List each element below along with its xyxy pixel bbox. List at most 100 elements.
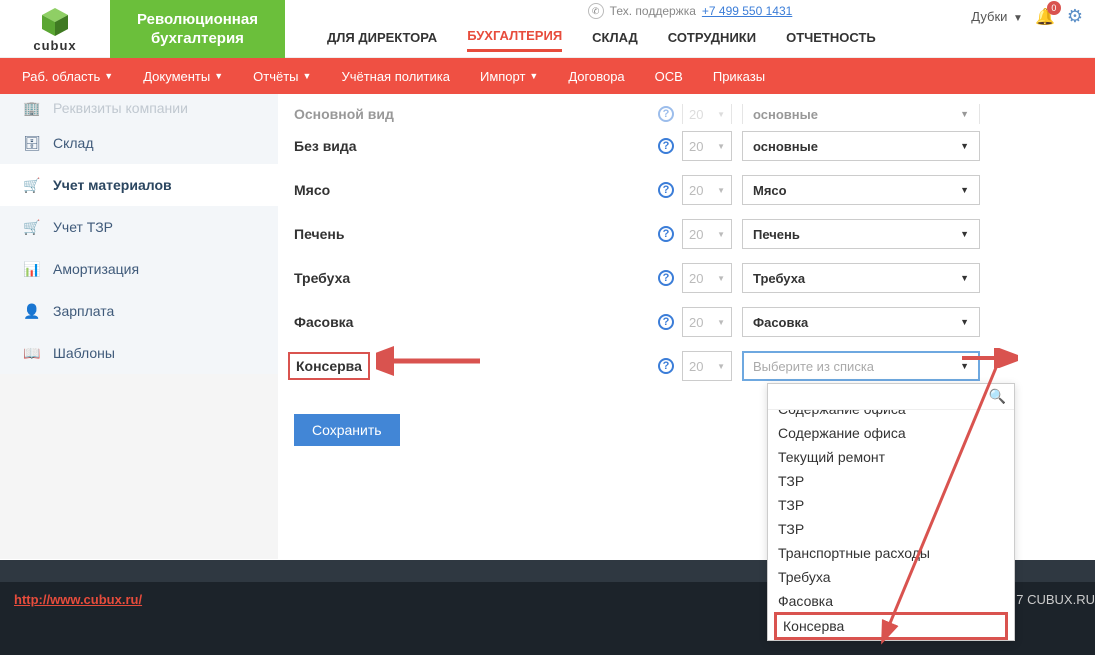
- chevron-down-icon: ▼: [1013, 13, 1023, 24]
- subnav-import[interactable]: Импорт▼: [480, 69, 538, 84]
- logo-cube-icon: [38, 6, 72, 40]
- tab-employees[interactable]: СОТРУДНИКИ: [668, 30, 756, 51]
- account-number-select[interactable]: 20▼: [682, 351, 732, 381]
- account-number-select[interactable]: 20▼: [682, 263, 732, 293]
- tab-director[interactable]: ДЛЯ ДИРЕКТОРА: [327, 30, 437, 51]
- sidebar: 🏢Реквизиты компании 🗄Склад 🛒Учет материа…: [0, 94, 278, 559]
- category-select[interactable]: Требуха▼: [742, 263, 980, 293]
- dropdown-option[interactable]: ТЗР: [768, 517, 1014, 541]
- help-icon[interactable]: ?: [658, 182, 674, 198]
- help-icon[interactable]: ?: [658, 314, 674, 330]
- footer-link[interactable]: http://www.cubux.ru/: [14, 592, 142, 607]
- account-number-select[interactable]: 20▼: [682, 307, 732, 337]
- category-select[interactable]: Выберите из списка▼: [742, 351, 980, 381]
- subnav-documents[interactable]: Документы▼: [143, 69, 223, 84]
- dropdown-option[interactable]: Текущий ремонт: [768, 445, 1014, 469]
- search-icon: 🔍: [989, 388, 1006, 405]
- chevron-down-icon: ▼: [303, 71, 312, 81]
- form-row: Требуха? 20▼ Требуха▼: [288, 256, 1055, 300]
- category-select[interactable]: Фасовка▼: [742, 307, 980, 337]
- help-icon[interactable]: ?: [658, 106, 674, 122]
- book-icon: 📖: [23, 345, 41, 362]
- row-label: Фасовка: [288, 314, 353, 330]
- subnav-reports[interactable]: Отчёты▼: [253, 69, 311, 84]
- help-icon[interactable]: ?: [658, 226, 674, 242]
- topbar: cubux Революционная бухгалтерия ✆ Тех. п…: [0, 0, 1095, 58]
- dropdown-option[interactable]: Фасовка: [768, 589, 1014, 613]
- sidebar-item-materials[interactable]: 🛒Учет материалов: [0, 164, 278, 206]
- category-select[interactable]: основные▼: [742, 104, 980, 124]
- chevron-down-icon: ▼: [214, 71, 223, 81]
- tab-reports[interactable]: ОТЧЕТНОСТЬ: [786, 30, 876, 51]
- form-row: Без вида?20▼основные▼: [288, 124, 1055, 168]
- row-label: Печень: [288, 226, 344, 242]
- chevron-down-icon: ▼: [960, 185, 969, 195]
- row-label: Основной вид: [288, 106, 394, 122]
- sidebar-item-stock[interactable]: 🗄Склад: [0, 122, 278, 164]
- subnav-workspace[interactable]: Раб. область▼: [22, 69, 113, 84]
- chevron-down-icon: ▼: [960, 273, 969, 283]
- support-phone-link[interactable]: +7 499 550 1431: [702, 4, 792, 18]
- chart-icon: 📊: [23, 261, 41, 278]
- footer-copyright: 7 CUBUX.RU: [1016, 592, 1095, 607]
- category-select[interactable]: Печень▼: [742, 219, 980, 249]
- tab-stock[interactable]: СКЛАД: [592, 30, 638, 51]
- chevron-down-icon: ▼: [717, 142, 725, 151]
- category-select[interactable]: основные▼: [742, 131, 980, 161]
- person-icon: 👤: [23, 303, 41, 320]
- account-number-select[interactable]: 20▼: [682, 219, 732, 249]
- chevron-down-icon: ▼: [717, 362, 725, 371]
- category-select[interactable]: Мясо▼: [742, 175, 980, 205]
- form-row: Консерва? 20▼ Выберите из списка▼: [288, 344, 1055, 388]
- org-selector[interactable]: Дубки ▼: [971, 9, 1023, 24]
- dropdown-panel[interactable]: 🔍 Содержание офисаСодержание офисаТекущи…: [767, 383, 1015, 641]
- logo-block[interactable]: cubux: [0, 0, 110, 58]
- dropdown-option[interactable]: Содержание офиса: [768, 421, 1014, 445]
- subnav-osv[interactable]: ОСВ: [655, 69, 683, 84]
- chevron-down-icon: ▼: [960, 229, 969, 239]
- form-row: Фасовка? 20▼ Фасовка▼: [288, 300, 1055, 344]
- account-number-select[interactable]: 20▼: [682, 131, 732, 161]
- help-icon[interactable]: ?: [658, 358, 674, 374]
- chevron-down-icon: ▼: [960, 361, 969, 371]
- subnav-policy[interactable]: Учётная политика: [341, 69, 450, 84]
- dropdown-option[interactable]: Транспортные расходы: [768, 541, 1014, 565]
- form-row: Печень? 20▼ Печень▼: [288, 212, 1055, 256]
- settings-gear-icon[interactable]: ⚙: [1067, 6, 1083, 27]
- row-label: Требуха: [288, 270, 350, 286]
- subnav-orders[interactable]: Приказы: [713, 69, 765, 84]
- chevron-down-icon: ▼: [717, 318, 725, 327]
- chevron-down-icon: ▼: [717, 186, 725, 195]
- stock-icon: 🗄: [23, 135, 41, 152]
- account-number-select[interactable]: 20▼: [682, 104, 732, 124]
- notif-badge: 0: [1047, 1, 1061, 15]
- cart-icon: 🛒: [23, 219, 41, 236]
- sidebar-item-tzr[interactable]: 🛒Учет ТЗР: [0, 206, 278, 248]
- subnav-contracts[interactable]: Договора: [568, 69, 624, 84]
- tagline-line1: Революционная: [137, 10, 258, 30]
- row-label: Консерва: [288, 352, 370, 380]
- dropdown-search[interactable]: 🔍: [768, 384, 1014, 410]
- dropdown-option[interactable]: Требуха: [768, 565, 1014, 589]
- tab-accounting[interactable]: БУХГАЛТЕРИЯ: [467, 28, 562, 52]
- support-row: ✆ Тех. поддержка +7 499 550 1431 Дубки ▼…: [285, 0, 1095, 22]
- help-icon[interactable]: ?: [658, 270, 674, 286]
- sidebar-item-requisites[interactable]: 🏢Реквизиты компании: [0, 94, 278, 122]
- form-rows: Основной вид?20▼основные▼Без вида?20▼осн…: [288, 104, 1055, 388]
- dropdown-option[interactable]: ТЗР: [768, 493, 1014, 517]
- row-label: Мясо: [288, 182, 330, 198]
- notifications-bell[interactable]: 🔔 0: [1035, 7, 1055, 27]
- sidebar-item-amortization[interactable]: 📊Амортизация: [0, 248, 278, 290]
- help-icon[interactable]: ?: [658, 138, 674, 154]
- chevron-down-icon: ▼: [717, 110, 725, 119]
- chevron-down-icon: ▼: [717, 230, 725, 239]
- sidebar-item-templates[interactable]: 📖Шаблоны: [0, 332, 278, 374]
- dropdown-option[interactable]: Консерва: [774, 612, 1008, 640]
- save-button[interactable]: Сохранить: [294, 414, 400, 446]
- chevron-down-icon: ▼: [960, 109, 969, 119]
- brand-tagline: Революционная бухгалтерия: [110, 0, 285, 58]
- dropdown-option[interactable]: Содержание офиса: [768, 410, 1014, 421]
- dropdown-option[interactable]: ТЗР: [768, 469, 1014, 493]
- sidebar-item-salary[interactable]: 👤Зарплата: [0, 290, 278, 332]
- account-number-select[interactable]: 20▼: [682, 175, 732, 205]
